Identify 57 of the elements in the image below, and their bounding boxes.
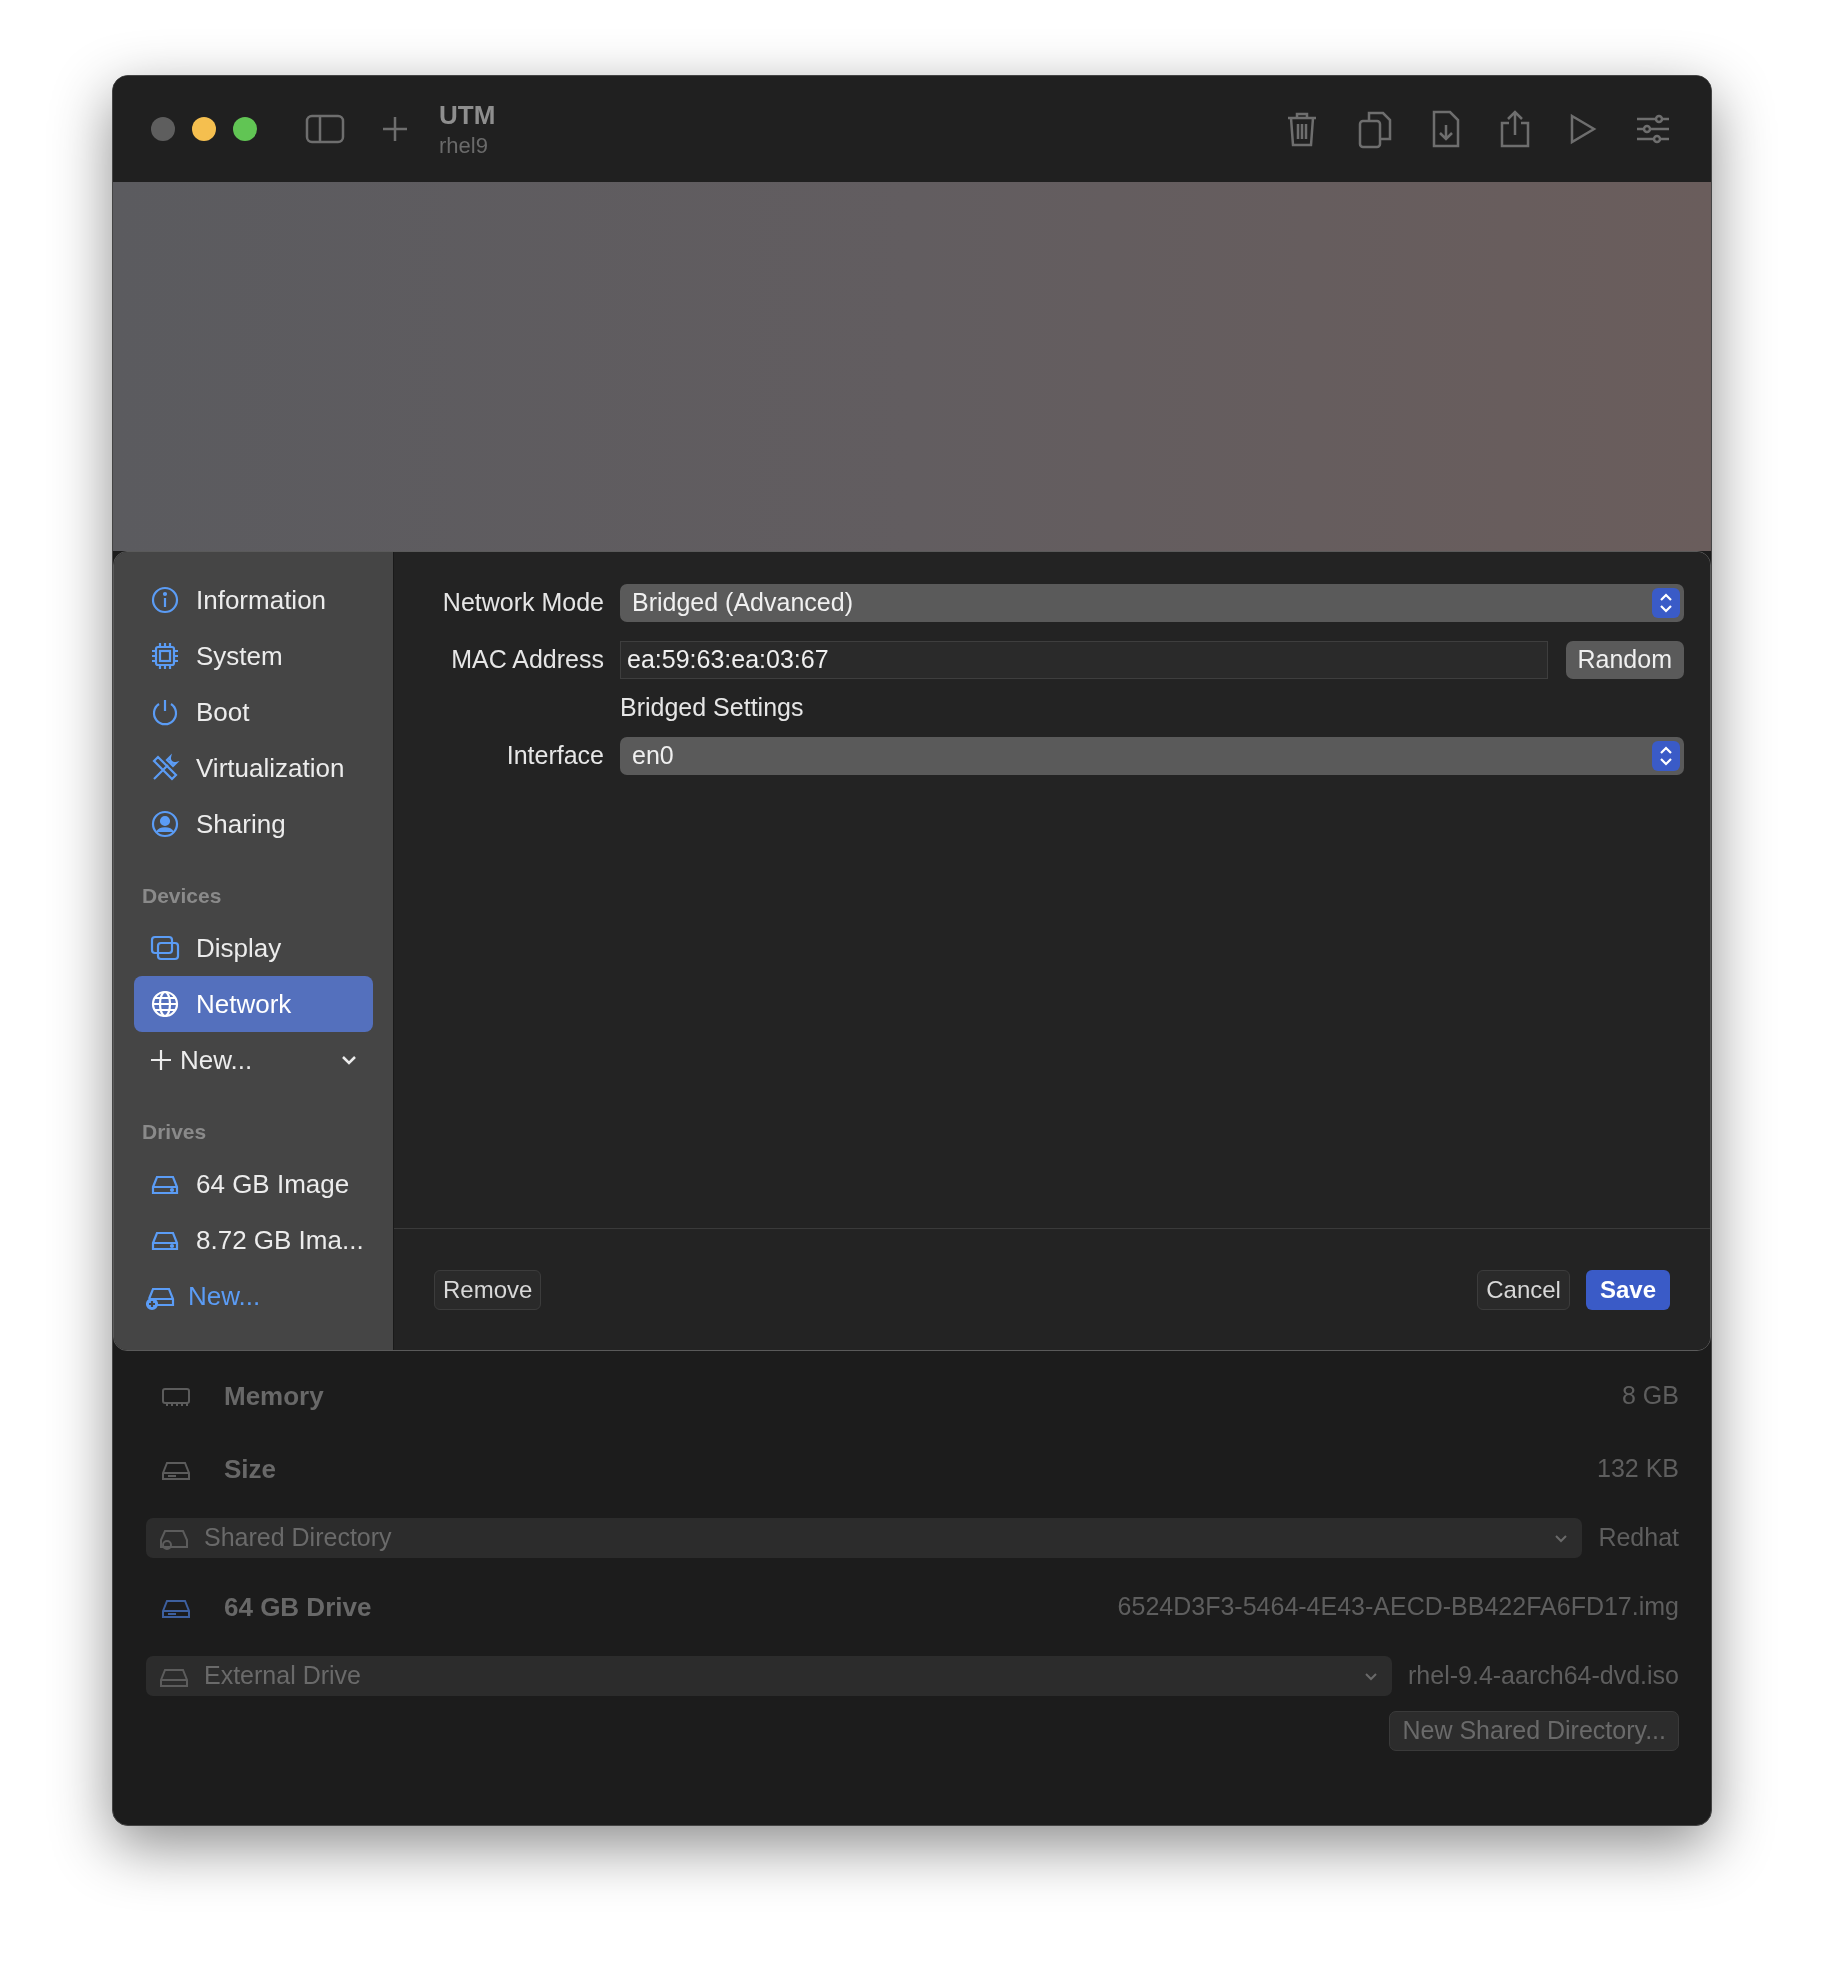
sidebar-item[interactable]: 64 GB Image bbox=[134, 1156, 373, 1212]
detail-label: Memory bbox=[224, 1379, 324, 1413]
globe-icon bbox=[150, 989, 180, 1019]
share-icon[interactable] bbox=[1499, 109, 1531, 149]
power-icon bbox=[150, 697, 180, 727]
section-header: Devices bbox=[141, 883, 223, 910]
popup-select[interactable]: Bridged (Advanced) bbox=[620, 584, 1684, 622]
sliders-icon[interactable] bbox=[1635, 114, 1671, 144]
close-button[interactable] bbox=[151, 117, 175, 141]
stepper-icon bbox=[1652, 741, 1680, 771]
sidebar-item[interactable]: Sharing bbox=[134, 796, 373, 852]
window-subtitle: rhel9 bbox=[439, 131, 489, 159]
new-device-menu[interactable]: New... bbox=[134, 1032, 373, 1088]
zoom-button[interactable] bbox=[233, 117, 257, 141]
chevron-down-icon bbox=[341, 1055, 357, 1065]
person-circle-icon bbox=[150, 809, 180, 839]
sidebar-toggle-icon[interactable] bbox=[305, 114, 345, 144]
field-label: Network Mode bbox=[441, 587, 604, 619]
section-header: Drives bbox=[141, 1119, 208, 1146]
trash-icon[interactable] bbox=[1285, 110, 1319, 148]
field-label: MAC Address bbox=[450, 644, 604, 676]
sidebar-item[interactable]: Boot bbox=[134, 684, 373, 740]
random-button[interactable]: Random bbox=[1565, 641, 1684, 679]
sidebar-item[interactable]: Display bbox=[134, 920, 373, 976]
sidebar-item[interactable]: Virtualization bbox=[134, 740, 373, 796]
play-icon[interactable] bbox=[1569, 113, 1597, 145]
field-label: Interface bbox=[505, 740, 604, 772]
plus-icon[interactable] bbox=[381, 115, 409, 143]
detail-value: 8 GB bbox=[1622, 1380, 1679, 1412]
cancel-button[interactable]: Cancel bbox=[1477, 1269, 1570, 1310]
cpu-chip-icon bbox=[150, 641, 180, 671]
chevron-down-icon bbox=[1364, 1671, 1378, 1681]
detail-value: rhel-9.4-aarch64-dvd.iso bbox=[1408, 1660, 1679, 1692]
copy-icon[interactable] bbox=[1357, 109, 1393, 149]
detail-label: 64 GB Drive bbox=[224, 1590, 372, 1624]
minimize-button[interactable] bbox=[192, 117, 216, 141]
chevron-down-icon bbox=[1554, 1533, 1569, 1543]
detail-value: 132 KB bbox=[1597, 1453, 1679, 1485]
detail-value: 6524D3F3-5464-4E43-AECD-BB422FA6FD17.img bbox=[1117, 1591, 1679, 1623]
info-icon bbox=[150, 585, 180, 615]
window-title: UTM bbox=[439, 99, 496, 132]
plus-icon bbox=[150, 1049, 172, 1071]
sidebar-item[interactable]: 8.72 GB Ima... bbox=[134, 1212, 373, 1268]
remove-button[interactable]: Remove bbox=[434, 1269, 542, 1310]
popup-select[interactable]: en0 bbox=[620, 737, 1684, 775]
section-heading: Bridged Settings bbox=[620, 692, 804, 724]
stepper-icon bbox=[1652, 588, 1680, 618]
detail-value: Redhat bbox=[1598, 1522, 1679, 1554]
download-document-icon[interactable] bbox=[1431, 109, 1461, 149]
sidebar-item[interactable]: Network bbox=[134, 976, 373, 1032]
save-button[interactable]: Save bbox=[1585, 1269, 1670, 1310]
sidebar-item[interactable]: Information bbox=[134, 572, 373, 628]
detail-label: Size bbox=[224, 1452, 277, 1486]
tools-icon bbox=[150, 753, 180, 783]
sidebar-item[interactable]: System bbox=[134, 628, 373, 684]
display-windows-icon bbox=[150, 933, 180, 963]
text-field[interactable]: ea:59:63:ea:03:67 bbox=[620, 641, 1548, 679]
